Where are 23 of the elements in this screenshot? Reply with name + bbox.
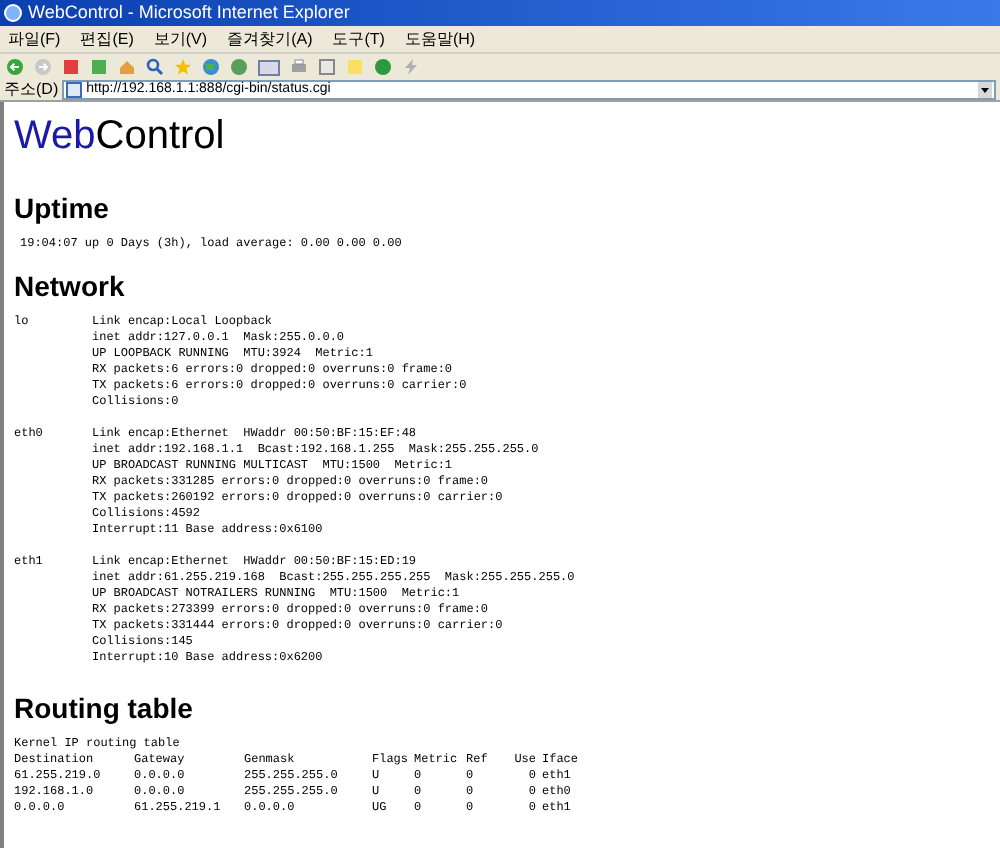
section-heading: Network [14,270,127,302]
section-heading: Uptime [14,192,111,224]
menu-item[interactable]: 편집(E) [80,31,134,47]
globe-icon[interactable] [202,57,220,75]
address-label: 주소(D) [4,81,59,97]
browser-icon [4,4,22,22]
menu-item[interactable]: 즐겨찾기(A) [227,31,313,47]
dropdown-arrow-icon[interactable] [978,81,992,97]
mail-icon[interactable] [258,57,280,75]
menu-item[interactable]: 보기(V) [153,31,208,47]
window-title: WebControl - Microsoft Internet Explorer [28,4,350,22]
search-icon[interactable] [146,57,164,75]
menu-item[interactable]: 도움말(H) [404,31,476,47]
back-icon[interactable] [6,57,24,75]
printer-icon[interactable] [290,57,308,75]
page-icon [66,81,83,97]
menu-item[interactable]: 파일(F) [8,31,61,47]
page-logo: WebControl [14,114,227,158]
menu-item[interactable]: 도구(T) [332,31,385,47]
star-icon[interactable] [174,57,192,75]
stop-icon[interactable] [62,57,80,75]
section-heading: Routing table [14,692,195,724]
forward-icon[interactable] [34,57,52,75]
